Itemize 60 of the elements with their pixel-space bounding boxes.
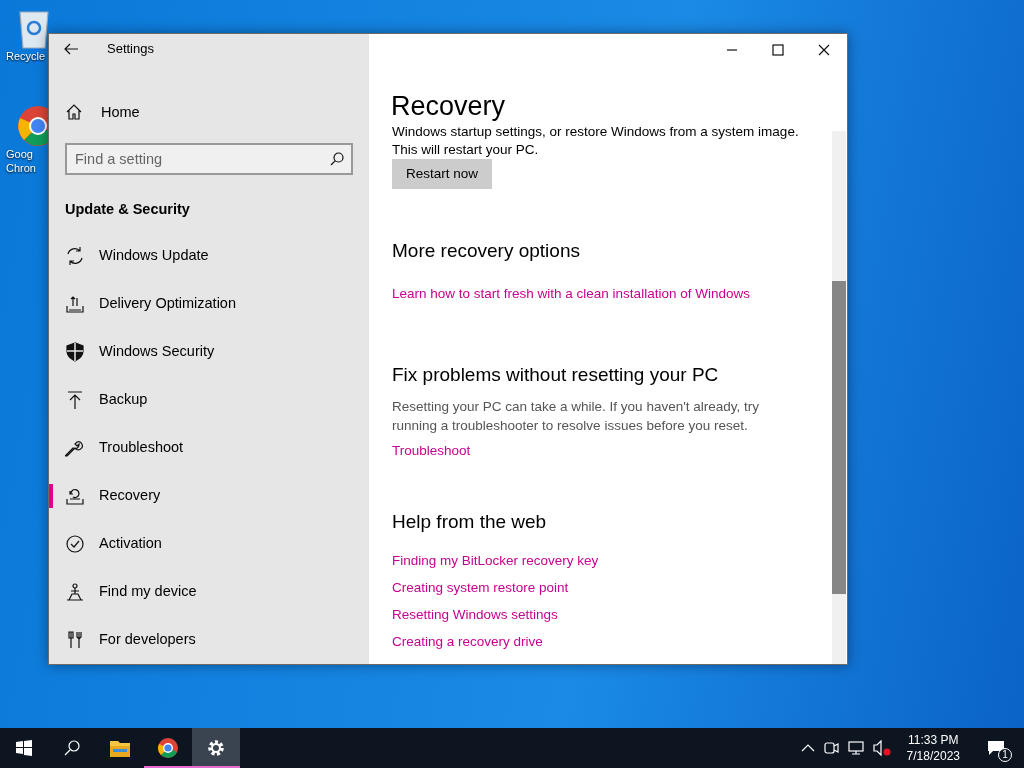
- link[interactable]: Creating a recovery drive: [392, 628, 543, 655]
- back-arrow-icon: [63, 41, 79, 56]
- section-heading: Help from the web: [392, 510, 548, 534]
- sidebar-item[interactable]: Windows Update: [49, 232, 369, 280]
- sidebar-item[interactable]: Recovery: [49, 472, 369, 520]
- notification-count: 1: [998, 748, 1012, 762]
- recovery-icon: [65, 486, 85, 506]
- restart-now-button[interactable]: Restart now: [392, 159, 493, 189]
- search-icon: [64, 740, 80, 756]
- sidebar-item[interactable]: Windows Security: [49, 328, 369, 376]
- sidebar-item[interactable]: For developers: [49, 616, 369, 664]
- chevron-up-icon[interactable]: [800, 743, 815, 753]
- check-circle-icon: [65, 534, 85, 554]
- sidebar-item[interactable]: Activation: [49, 520, 369, 568]
- desktop-icon-label[interactable]: Goog Chron: [6, 148, 36, 176]
- search-icon: [330, 152, 344, 167]
- page-title: Recovery: [391, 90, 507, 123]
- person-locate-icon: [65, 582, 85, 602]
- scrollbar[interactable]: [832, 131, 846, 664]
- section-heading: More recovery options: [392, 239, 581, 263]
- refresh-icon: [65, 246, 85, 266]
- shield-icon: [65, 342, 85, 362]
- network-icon[interactable]: [846, 740, 865, 756]
- close-icon: [818, 44, 830, 56]
- sidebar-item[interactable]: Find my device: [49, 568, 369, 616]
- notification-button[interactable]: 1: [976, 728, 1016, 768]
- date-text: 7/18/2023: [906, 748, 960, 764]
- message-icon: [987, 740, 1005, 756]
- wrench-icon: [65, 438, 85, 458]
- description-text: Windows startup settings, or restore Windows from a system image.: [392, 123, 800, 141]
- search-field[interactable]: Find a setting: [65, 143, 353, 176]
- sidebar-item[interactable]: Delivery Optimization: [49, 280, 369, 328]
- speaker-muted-icon[interactable]: [872, 740, 891, 756]
- developer-tools-icon: [65, 630, 85, 650]
- taskbar-app-button[interactable]: [192, 728, 240, 768]
- camera-icon[interactable]: [822, 740, 839, 756]
- link[interactable]: Creating system restore point: [392, 574, 569, 601]
- time-text: 11:33 PM: [907, 732, 960, 748]
- sidebar-item[interactable]: Troubleshoot: [49, 424, 369, 472]
- desktop-icon-label[interactable]: Recycle: [6, 50, 46, 64]
- section-heading: Update & Security: [65, 200, 191, 220]
- maximize-icon: [772, 44, 784, 56]
- link[interactable]: Troubleshoot: [392, 437, 471, 464]
- home-link[interactable]: Home: [101, 101, 140, 124]
- sidebar-item[interactable]: Backup: [49, 376, 369, 424]
- clock[interactable]: 11:33 PM 7/18/2023: [906, 732, 960, 764]
- link[interactable]: Resetting Windows settings: [392, 601, 558, 628]
- description-text: Resetting your PC can take a while. If you haven't already, try running a troubleshooter to resolve issues before you reset.: [392, 398, 760, 435]
- upload-tray-icon: [65, 294, 85, 314]
- link[interactable]: Learn how to start fresh with a clean installation of Windows: [392, 280, 750, 307]
- window-title: Settings: [107, 40, 154, 58]
- link[interactable]: Finding my BitLocker recovery key: [392, 547, 599, 574]
- description-text: This will restart your PC.: [392, 141, 540, 159]
- back-button[interactable]: [63, 41, 79, 56]
- home-icon: [65, 103, 83, 122]
- chrome-icon: [157, 737, 179, 759]
- section-heading: Fix problems without resetting your PC: [392, 363, 720, 387]
- windows-logo-icon: [16, 740, 32, 756]
- gear-icon: [205, 737, 227, 759]
- upload-arrow-icon: [65, 390, 85, 410]
